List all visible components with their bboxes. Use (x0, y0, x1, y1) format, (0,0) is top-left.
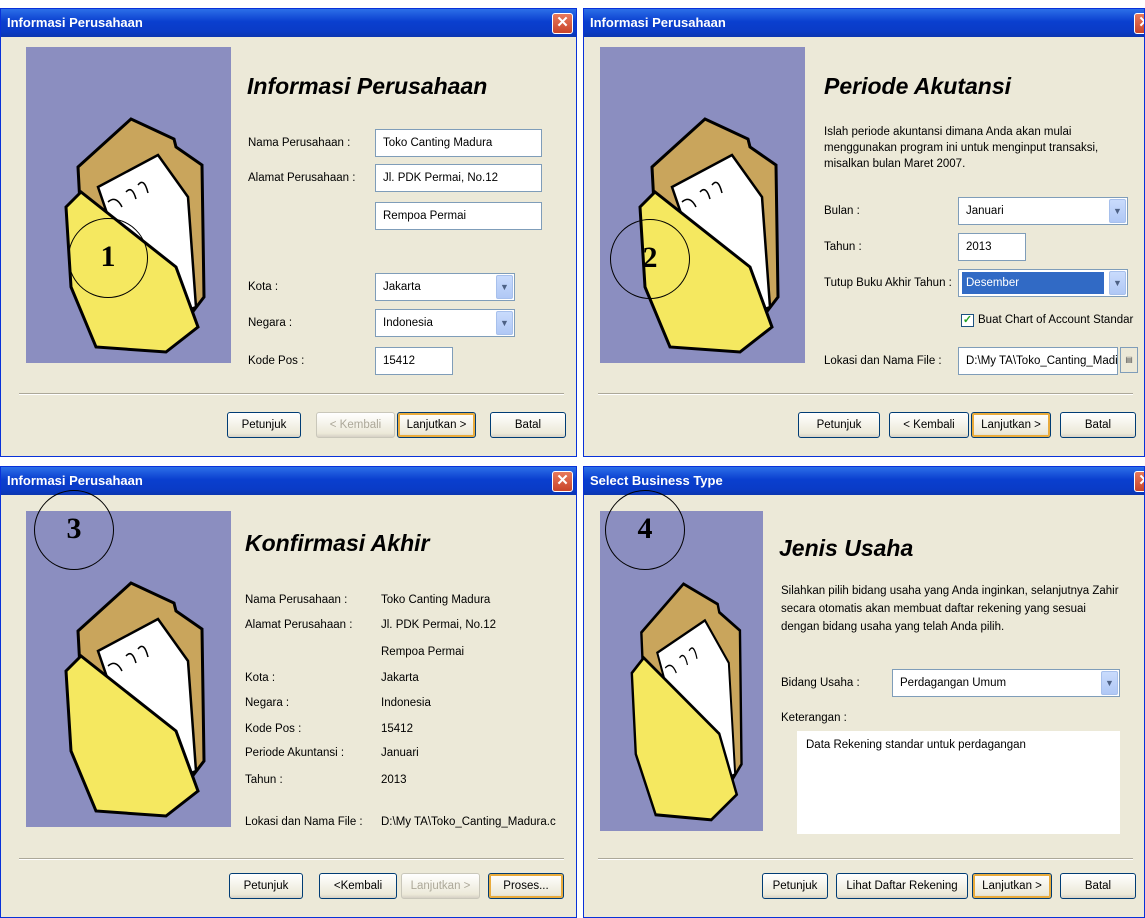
bulan-value: Januari (966, 205, 1004, 217)
window-title: Select Business Type (584, 467, 1144, 495)
close-icon[interactable]: ✕ (1134, 471, 1144, 492)
keterangan-textarea[interactable]: Data Rekening standar untuk perdagangan (797, 731, 1120, 834)
tahun-label: Tahun : (824, 241, 862, 253)
cancel-button[interactable]: Batal (1060, 873, 1136, 899)
summary-value: D:\My TA\Toko_Canting_Madura.c (381, 816, 556, 828)
chart-of-account-checkbox-label: Buat Chart of Account Standar (978, 314, 1134, 326)
alamat-perusahaan-label: Alamat Perusahaan : (248, 172, 356, 184)
summary-label: Periode Akuntansi : (245, 747, 345, 759)
help-button[interactable]: Petunjuk (762, 873, 828, 899)
separator (598, 858, 1133, 860)
window-konfirmasi-akhir: Informasi Perusahaan ✕ 3 Konfirmasi Akhi… (0, 466, 577, 918)
summary-value: 2013 (381, 774, 407, 786)
step-number-badge: 2 (610, 219, 690, 299)
back-button[interactable]: < Kembali (316, 412, 395, 438)
help-button[interactable]: Petunjuk (229, 873, 303, 899)
bulan-select[interactable]: Januari ▼ (958, 197, 1128, 225)
negara-label: Negara : (248, 317, 293, 329)
chevron-down-icon[interactable]: ▼ (496, 311, 513, 335)
summary-value: 15412 (381, 723, 413, 735)
next-button[interactable]: Lanjutkan > (972, 873, 1052, 899)
summary-value: Indonesia (381, 697, 431, 709)
chevron-down-icon[interactable]: ▼ (1109, 199, 1126, 223)
nama-perusahaan-label: Nama Perusahaan : (248, 137, 351, 149)
summary-value: Jl. PDK Permai, No.12 (381, 619, 497, 631)
browse-icon[interactable]: ▤ (1120, 347, 1138, 373)
folder-icon (638, 117, 780, 354)
chevron-down-icon[interactable]: ▼ (1109, 271, 1126, 295)
wizard-illustration (26, 47, 231, 363)
negara-value: Indonesia (383, 317, 433, 329)
summary-label: Kota : (245, 672, 276, 684)
summary-label: Kode Pos : (245, 723, 302, 735)
description-text: Islah periode akuntansi dimana Anda akan… (824, 126, 1099, 170)
view-accounts-button[interactable]: Lihat Daftar Rekening (836, 873, 968, 899)
step-number-badge: 1 (68, 218, 148, 298)
kode-pos-label: Kode Pos : (248, 355, 305, 367)
page-heading: Informasi Perusahaan (247, 73, 488, 99)
nama-perusahaan-input[interactable]: Toko Canting Madura (375, 129, 542, 157)
step-number-badge: 3 (34, 490, 114, 570)
kode-pos-input[interactable]: 15412 (375, 347, 453, 375)
bidang-usaha-label: Bidang Usaha : (781, 677, 860, 689)
separator (598, 393, 1133, 395)
window-title: Informasi Perusahaan (1, 9, 576, 37)
lokasi-file-input[interactable]: D:\My TA\Toko_Canting_Madi (958, 347, 1118, 375)
summary-label: Nama Perusahaan : (245, 594, 348, 606)
window-informasi-perusahaan: Informasi Perusahaan ✕ 1 Informasi Perus… (0, 8, 577, 457)
close-icon[interactable]: ✕ (552, 13, 573, 34)
summary-label: Lokasi dan Nama File : (245, 816, 363, 828)
kota-value: Jakarta (383, 281, 421, 293)
negara-select[interactable]: Indonesia ▼ (375, 309, 515, 337)
summary-value: Jakarta (381, 672, 419, 684)
chevron-down-icon[interactable]: ▼ (496, 275, 513, 299)
window-periode-akutansi: Informasi Perusahaan ✕ 2 Periode Akutans… (583, 8, 1145, 457)
separator (19, 858, 564, 860)
bulan-label: Bulan : (824, 205, 860, 217)
tutup-buku-value: Desember (962, 272, 1104, 294)
keterangan-label: Keterangan : (781, 712, 847, 724)
chevron-down-icon[interactable]: ▼ (1101, 671, 1118, 695)
cancel-button[interactable]: Batal (1060, 412, 1136, 438)
help-button[interactable]: Petunjuk (227, 412, 301, 438)
next-button[interactable]: Lanjutkan > (401, 873, 480, 899)
kota-select[interactable]: Jakarta ▼ (375, 273, 515, 301)
window-title: Informasi Perusahaan (584, 9, 1144, 37)
summary-label: Tahun : (245, 774, 283, 786)
wizard-illustration (600, 47, 805, 363)
bidang-usaha-select[interactable]: Perdagangan Umum ▼ (892, 669, 1120, 697)
close-icon[interactable]: ✕ (1134, 13, 1144, 34)
back-button[interactable]: < Kembali (889, 412, 969, 438)
next-button[interactable]: Lanjutkan > (397, 412, 476, 438)
tahun-input[interactable]: 2013 (958, 233, 1026, 261)
lokasi-file-label: Lokasi dan Nama File : (824, 355, 942, 367)
summary-value: Rempoa Permai (381, 646, 465, 658)
tutup-buku-select[interactable]: Desember ▼ (958, 269, 1128, 297)
alamat-line2-input[interactable]: Rempoa Permai (375, 202, 542, 230)
window-title: Informasi Perusahaan (1, 467, 576, 495)
cancel-button[interactable]: Batal (490, 412, 566, 438)
alamat-line1-input[interactable]: Jl. PDK Permai, No.12 (375, 164, 542, 192)
description-text: Silahkan pilih bidang usaha yang Anda in… (781, 585, 1119, 633)
close-icon[interactable]: ✕ (552, 471, 573, 492)
summary-label: Negara : (245, 697, 290, 709)
step-number-badge: 4 (605, 490, 685, 570)
summary-label: Alamat Perusahaan : (245, 619, 353, 631)
tutup-buku-label: Tutup Buku Akhir Tahun : (824, 277, 952, 289)
check-icon[interactable]: ✓ (961, 314, 974, 327)
help-button[interactable]: Petunjuk (798, 412, 880, 438)
window-select-business-type: Select Business Type ✕ 4 Jenis Usaha Sil… (583, 466, 1145, 918)
next-button[interactable]: Lanjutkan > (971, 412, 1051, 438)
separator (19, 393, 564, 395)
summary-value: Toko Canting Madura (381, 594, 491, 606)
process-button[interactable]: Proses... (488, 873, 564, 899)
folder-icon (64, 117, 206, 354)
bidang-usaha-value: Perdagangan Umum (900, 677, 1007, 689)
kota-label: Kota : (248, 281, 279, 293)
page-heading: Konfirmasi Akhir (245, 530, 430, 556)
summary-value: Januari (381, 747, 419, 759)
page-heading: Periode Akutansi (824, 73, 1012, 99)
back-button[interactable]: <Kembali (319, 873, 397, 899)
page-heading: Jenis Usaha (779, 535, 914, 561)
